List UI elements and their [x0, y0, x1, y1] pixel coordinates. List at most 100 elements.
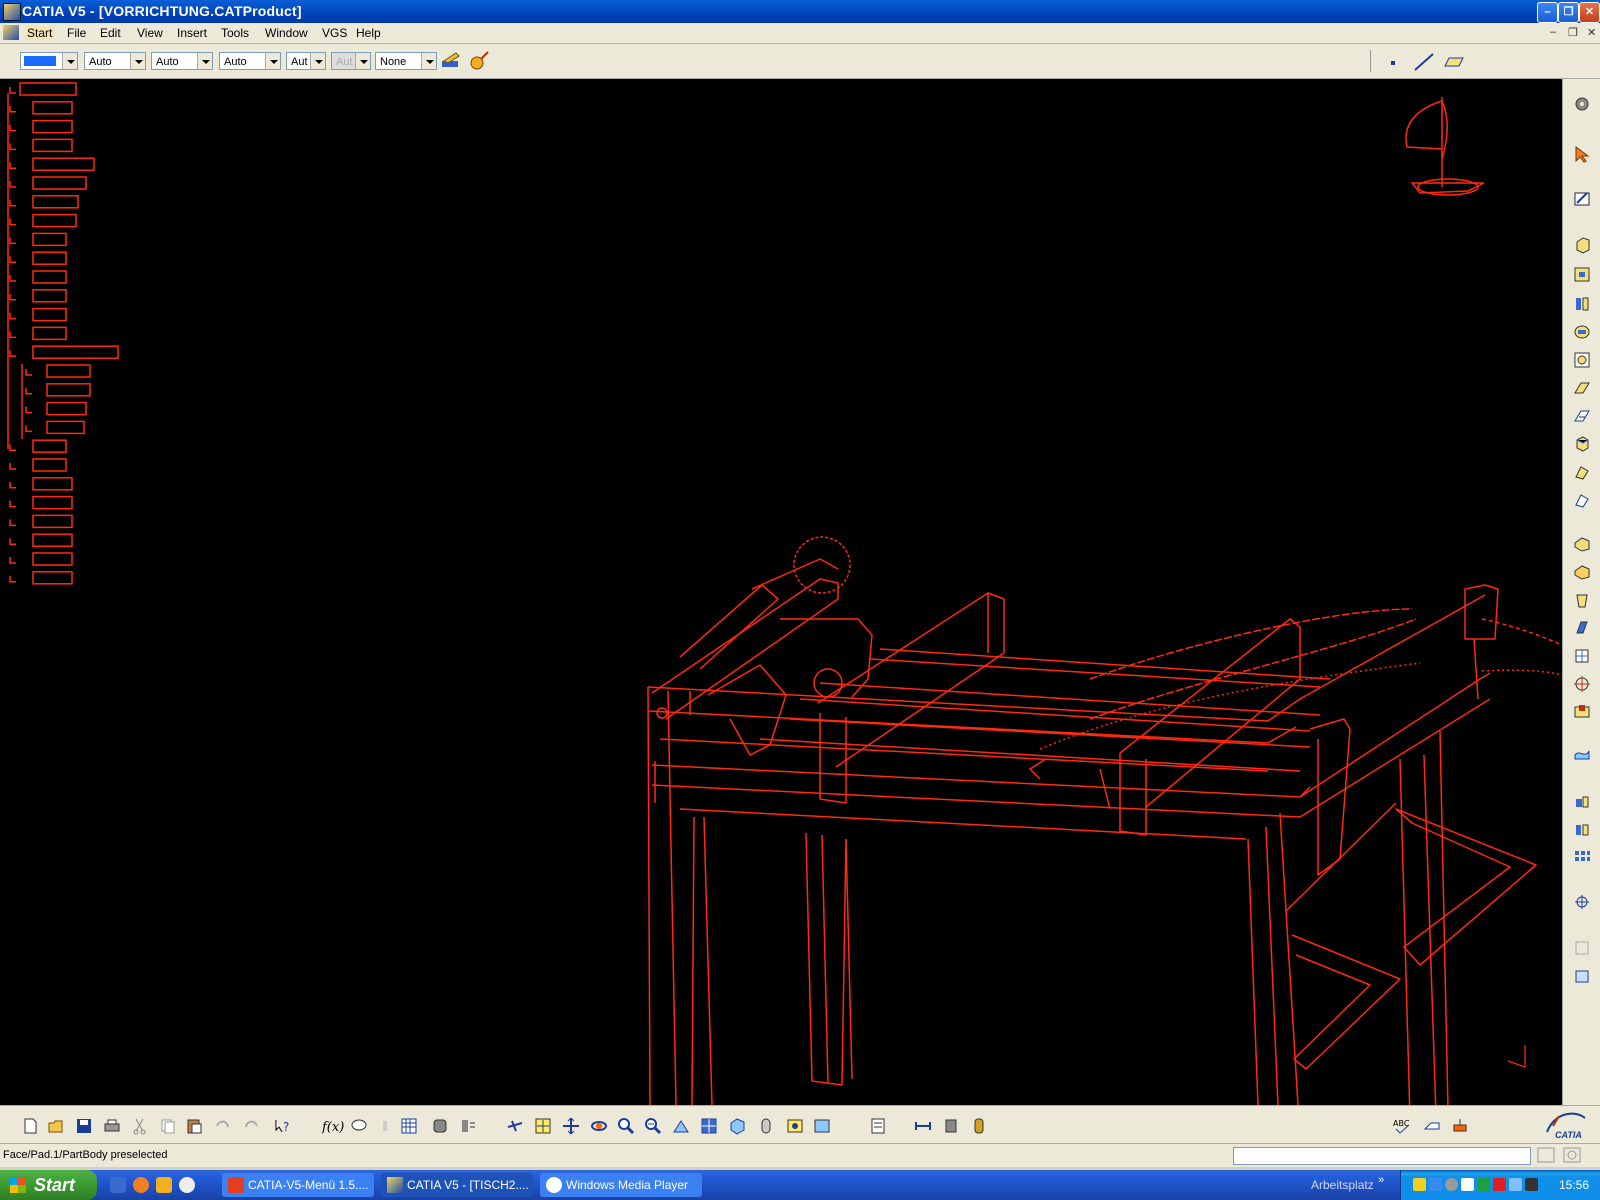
translation-icon[interactable]	[1573, 793, 1591, 811]
measure-icon[interactable]	[1573, 893, 1591, 911]
formula-icon[interactable]: f(x)	[322, 1117, 344, 1135]
tray-icon-2[interactable]	[1429, 1178, 1442, 1191]
paste-icon[interactable]	[185, 1117, 203, 1135]
tree-node[interactable]	[32, 232, 67, 247]
tree-node[interactable]	[32, 176, 87, 190]
undo-icon[interactable]	[213, 1117, 231, 1135]
sketcher-icon[interactable]	[1573, 189, 1591, 207]
redo-icon[interactable]	[243, 1117, 261, 1135]
disabled-tool-icon[interactable]	[1573, 939, 1591, 957]
shading-icon[interactable]	[757, 1117, 775, 1135]
tree-node[interactable]	[32, 477, 73, 491]
wireframe-canvas[interactable]	[0, 79, 1562, 1105]
law-icon[interactable]	[459, 1117, 477, 1135]
tray-icon-3[interactable]	[1445, 1178, 1458, 1191]
tree-node[interactable]	[46, 364, 91, 378]
remove-face-icon[interactable]	[1573, 703, 1591, 721]
tree-node[interactable]	[32, 251, 67, 265]
graphic-properties-icon[interactable]	[469, 51, 491, 71]
expand-chevron-icon[interactable]: »	[1378, 1174, 1384, 1186]
restore-button[interactable]: ❐	[1558, 2, 1579, 23]
iso-view-icon[interactable]	[728, 1117, 746, 1135]
doc-restore-button[interactable]: ❐	[1568, 26, 1578, 39]
tree-node[interactable]	[32, 195, 79, 209]
slot-icon[interactable]	[1573, 407, 1591, 425]
task-catia-menu[interactable]: CATIA-V5-Menü 1.5....	[222, 1173, 374, 1197]
chevron-down-icon[interactable]	[265, 53, 280, 69]
thickness-icon[interactable]	[1573, 647, 1591, 665]
select-arrow-icon[interactable]	[1573, 145, 1591, 163]
menu-tools[interactable]: Tools	[221, 26, 249, 40]
mirror-icon[interactable]	[1573, 821, 1591, 839]
transparency-combo[interactable]: Auto	[84, 52, 146, 70]
point-snap-icon[interactable]	[1391, 61, 1395, 65]
menu-view[interactable]: View	[137, 26, 163, 40]
lineweight-combo[interactable]: Auto	[219, 52, 281, 70]
chevron-down-icon[interactable]	[62, 53, 77, 69]
chevron-down-icon[interactable]	[310, 53, 325, 69]
quicklaunch-firefox-icon[interactable]	[133, 1177, 149, 1193]
tree-node[interactable]	[46, 420, 85, 435]
catia-app-icon[interactable]	[3, 3, 21, 21]
tree-node[interactable]	[32, 270, 67, 284]
copy-icon[interactable]	[159, 1117, 177, 1135]
pan-icon[interactable]	[562, 1117, 580, 1135]
tree-node[interactable]	[32, 307, 67, 322]
tree-node[interactable]	[32, 495, 73, 510]
rotate-icon[interactable]	[590, 1117, 608, 1135]
measure-between-icon[interactable]	[914, 1117, 932, 1135]
chevron-down-icon[interactable]	[197, 53, 212, 69]
multi-section-icon[interactable]	[1573, 463, 1591, 481]
tree-node[interactable]	[32, 514, 73, 529]
catalog-icon[interactable]	[431, 1117, 449, 1135]
surface-split-icon[interactable]	[1573, 745, 1591, 763]
tree-node[interactable]	[32, 157, 95, 171]
task-catia-v5[interactable]: CATIA V5 - [TISCH2....	[381, 1173, 533, 1197]
new-icon[interactable]	[21, 1117, 39, 1135]
spell-check-icon[interactable]: ABC	[1393, 1117, 1411, 1135]
volume-icon[interactable]	[1461, 1178, 1474, 1191]
minimize-button[interactable]: –	[1537, 2, 1558, 23]
tray-icon-5[interactable]	[1477, 1178, 1490, 1191]
tree-node[interactable]	[32, 119, 73, 134]
doc-minimize-button[interactable]: –	[1550, 26, 1556, 38]
tray-icon-6[interactable]	[1493, 1178, 1506, 1191]
workbench-gear-icon[interactable]	[1573, 95, 1591, 113]
catalog-browser-icon[interactable]	[869, 1117, 887, 1135]
shell-icon[interactable]	[1573, 619, 1591, 637]
tree-node[interactable]	[32, 138, 73, 153]
chamfer-icon[interactable]	[1573, 563, 1591, 581]
tree-node[interactable]	[32, 552, 73, 566]
quicklaunch-media-icon[interactable]	[179, 1177, 195, 1193]
layer-filter-combo[interactable]: Aut	[331, 52, 371, 70]
status-button-icon[interactable]	[1537, 1147, 1555, 1163]
tree-node[interactable]	[46, 401, 87, 416]
tray-icon-7[interactable]	[1509, 1178, 1522, 1191]
doc-close-button[interactable]: ✕	[1587, 26, 1596, 39]
pad-icon[interactable]	[1573, 236, 1591, 254]
stiffener-icon[interactable]	[1573, 435, 1591, 453]
status-stop-icon[interactable]	[1563, 1147, 1581, 1163]
tree-node[interactable]	[32, 326, 67, 341]
tree-node[interactable]	[32, 289, 67, 303]
compass-icon[interactable]	[1405, 97, 1485, 196]
whats-this-icon[interactable]: ?	[273, 1117, 291, 1135]
hole-icon[interactable]	[1573, 351, 1591, 369]
fly-mode-icon[interactable]	[506, 1117, 524, 1135]
tree-node[interactable]	[19, 82, 77, 96]
hide-show-icon[interactable]	[786, 1117, 804, 1135]
table-icon[interactable]	[400, 1117, 418, 1135]
thread-icon[interactable]	[1573, 675, 1591, 693]
shaft-icon[interactable]	[1573, 295, 1591, 313]
annotation-icon[interactable]	[1423, 1117, 1441, 1135]
removed-multi-section-icon[interactable]	[1573, 491, 1591, 509]
specification-tree[interactable]	[7, 82, 119, 585]
analysis-icon[interactable]	[1573, 967, 1591, 985]
painter-icon[interactable]	[440, 51, 462, 71]
quicklaunch-desktop-icon[interactable]	[110, 1177, 126, 1193]
zoom-out-icon[interactable]	[644, 1117, 662, 1135]
menu-vgs[interactable]: VGS	[322, 26, 347, 40]
tree-node[interactable]	[32, 458, 67, 472]
zoom-in-icon[interactable]	[617, 1117, 635, 1135]
swap-space-icon[interactable]	[813, 1117, 831, 1135]
